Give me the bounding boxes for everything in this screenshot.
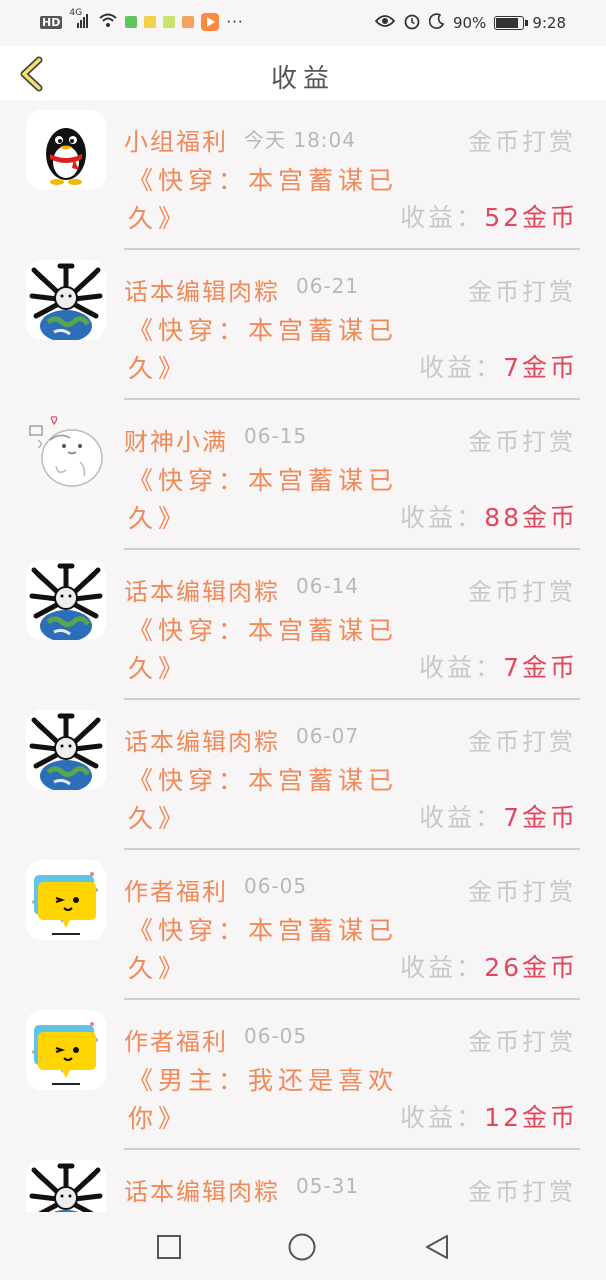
sender-nickname[interactable]: 小组福利 bbox=[124, 122, 228, 157]
income-value: 88金币 bbox=[484, 503, 578, 532]
reward-date: 06-14 bbox=[296, 574, 360, 598]
book-title-link[interactable]: 《快穿：本宫蓄谋已久》 bbox=[128, 162, 398, 238]
more-dots-icon: ··· bbox=[226, 13, 244, 31]
income-label: 收益： bbox=[419, 353, 504, 382]
reward-type: 金币打赏 bbox=[468, 278, 576, 306]
income-label: 收益： bbox=[400, 953, 485, 982]
list-item[interactable]: 财神小满 06-15 金币打赏《快穿：本宫蓄谋已久》 收益：88金币 bbox=[0, 400, 606, 550]
status-left-icons: HD 4G ··· bbox=[40, 8, 244, 32]
income-value: 7金币 bbox=[503, 803, 578, 832]
income: 收益：12金币 bbox=[400, 1098, 578, 1134]
status-bar: HD 4G ··· 90% 9:28 bbox=[0, 0, 606, 46]
reward-date: 06-05 bbox=[244, 874, 308, 898]
system-nav-bar bbox=[0, 1212, 606, 1280]
income: 收益：7金币 bbox=[419, 798, 578, 834]
back-triangle-icon bbox=[426, 1235, 448, 1259]
book-title-link[interactable]: 《快穿：本宫蓄谋已久》 bbox=[128, 462, 398, 538]
signal-4g-icon: 4G bbox=[69, 8, 91, 32]
reward-date: 今天 18:04 bbox=[244, 128, 356, 152]
book-title-link[interactable]: 《快穿：本宫蓄谋已久》 bbox=[128, 312, 398, 388]
sender-nickname[interactable]: 话本编辑肉粽 bbox=[124, 572, 280, 607]
white-creature-avatar[interactable] bbox=[26, 410, 106, 490]
yellow-bubble-avatar[interactable] bbox=[26, 1010, 106, 1090]
income-value: 26金币 bbox=[484, 953, 578, 982]
reward-date: 06-15 bbox=[244, 424, 308, 448]
app-icon bbox=[125, 16, 138, 28]
list-item[interactable]: 话本编辑肉粽 06-21 金币打赏《快穿：本宫蓄谋已久》 收益：7金币 bbox=[0, 250, 606, 400]
income: 收益：52金币 bbox=[400, 198, 578, 234]
alarm-icon bbox=[403, 12, 421, 34]
income-value: 7金币 bbox=[503, 653, 578, 682]
income-label: 收益： bbox=[419, 653, 504, 682]
income: 收益：7金币 bbox=[419, 348, 578, 384]
sender-nickname[interactable]: 作者福利 bbox=[124, 1022, 228, 1057]
reward-date: 06-07 bbox=[296, 724, 360, 748]
globe-creature-avatar[interactable] bbox=[26, 710, 106, 790]
moon-icon bbox=[428, 13, 445, 33]
nav-back-button[interactable] bbox=[422, 1232, 452, 1262]
sender-nickname[interactable]: 话本编辑肉粽 bbox=[124, 1172, 280, 1207]
status-right-icons: 90% 9:28 bbox=[374, 12, 566, 34]
home-button[interactable] bbox=[287, 1232, 317, 1262]
income-value: 12金币 bbox=[484, 1103, 578, 1132]
network-label: 4G bbox=[69, 8, 83, 18]
globe-creature-avatar[interactable] bbox=[26, 560, 106, 640]
reward-type: 金币打赏 bbox=[468, 728, 576, 756]
recent-apps-button[interactable] bbox=[154, 1232, 184, 1262]
book-title-link[interactable]: 《男主：我还是喜欢你》 bbox=[128, 1062, 398, 1138]
battery-icon bbox=[494, 16, 529, 30]
battery-fill bbox=[496, 18, 518, 28]
book-title-link[interactable]: 《快穿：本宫蓄谋已久》 bbox=[128, 912, 398, 988]
income-list[interactable]: 小组福利 今天 18:04 金币打赏 《快穿：本宫蓄谋已久》 收益：52金币 话本编辑肉粽… bbox=[0, 100, 606, 1212]
reward-type: 金币打赏 bbox=[468, 578, 576, 606]
app-icon bbox=[144, 16, 157, 28]
reward-date: 06-21 bbox=[296, 274, 360, 298]
wifi-icon bbox=[98, 12, 118, 32]
reward-date: 06-05 bbox=[244, 1024, 308, 1048]
sender-nickname[interactable]: 话本编辑肉粽 bbox=[124, 722, 280, 757]
eye-icon bbox=[374, 14, 396, 32]
list-item[interactable]: 作者福利 06-05 金币打赏《快穿：本宫蓄谋已久》 收益：26金币 bbox=[0, 850, 606, 1000]
income: 收益：88金币 bbox=[400, 498, 578, 534]
sender-nickname[interactable]: 作者福利 bbox=[124, 872, 228, 907]
hd-icon: HD bbox=[40, 15, 63, 29]
recent-apps-icon bbox=[157, 1235, 181, 1259]
reward-type: 金币打赏 bbox=[468, 878, 576, 906]
globe-creature-avatar[interactable] bbox=[26, 1160, 106, 1212]
income: 收益：26金币 bbox=[400, 948, 578, 984]
income-label: 收益： bbox=[400, 203, 485, 232]
reward-type: 金币打赏 bbox=[468, 1028, 576, 1056]
sender-nickname[interactable]: 财神小满 bbox=[124, 422, 228, 457]
home-icon bbox=[288, 1233, 316, 1261]
app-icon bbox=[182, 16, 195, 28]
income: 收益：7金币 bbox=[419, 648, 578, 684]
globe-creature-avatar[interactable] bbox=[26, 260, 106, 340]
list-item[interactable]: 话本编辑肉粽 06-07 金币打赏《快穿：本宫蓄谋已久》 收益：7金币 bbox=[0, 700, 606, 850]
reward-date: 05-31 bbox=[296, 1174, 360, 1198]
battery-percent: 90% bbox=[452, 14, 487, 32]
income-label: 收益： bbox=[419, 803, 504, 832]
income-label: 收益： bbox=[400, 503, 485, 532]
yellow-bubble-avatar[interactable] bbox=[26, 860, 106, 940]
income-value: 52金币 bbox=[484, 203, 578, 232]
reward-type: 金币打赏 bbox=[468, 128, 576, 156]
list-item[interactable]: 话本编辑肉粽 05-31 金币打赏 bbox=[0, 1150, 606, 1212]
income-label: 收益： bbox=[400, 1103, 485, 1132]
app-icon bbox=[163, 16, 176, 28]
list-item[interactable]: 小组福利 今天 18:04 金币打赏《快穿：本宫蓄谋已久》 收益：52金币 bbox=[0, 100, 606, 250]
book-title-link[interactable]: 《快穿：本宫蓄谋已久》 bbox=[128, 762, 398, 838]
clock: 9:28 bbox=[532, 14, 566, 32]
title-bar: 收益 bbox=[0, 46, 606, 100]
list-item[interactable]: 话本编辑肉粽 06-14 金币打赏《快穿：本宫蓄谋已久》 收益：7金币 bbox=[0, 550, 606, 700]
reward-type: 金币打赏 bbox=[468, 1178, 576, 1206]
book-title-link[interactable]: 《快穿：本宫蓄谋已久》 bbox=[128, 612, 398, 688]
reward-type: 金币打赏 bbox=[468, 428, 576, 456]
qq-penguin-avatar[interactable] bbox=[26, 110, 106, 190]
page-title: 收益 bbox=[270, 64, 335, 94]
sender-nickname[interactable]: 话本编辑肉粽 bbox=[124, 272, 280, 307]
video-app-icon bbox=[201, 13, 220, 31]
income-value: 7金币 bbox=[503, 353, 578, 382]
list-item[interactable]: 作者福利 06-05 金币打赏《男主：我还是喜欢你》 收益：12金币 bbox=[0, 1000, 606, 1150]
